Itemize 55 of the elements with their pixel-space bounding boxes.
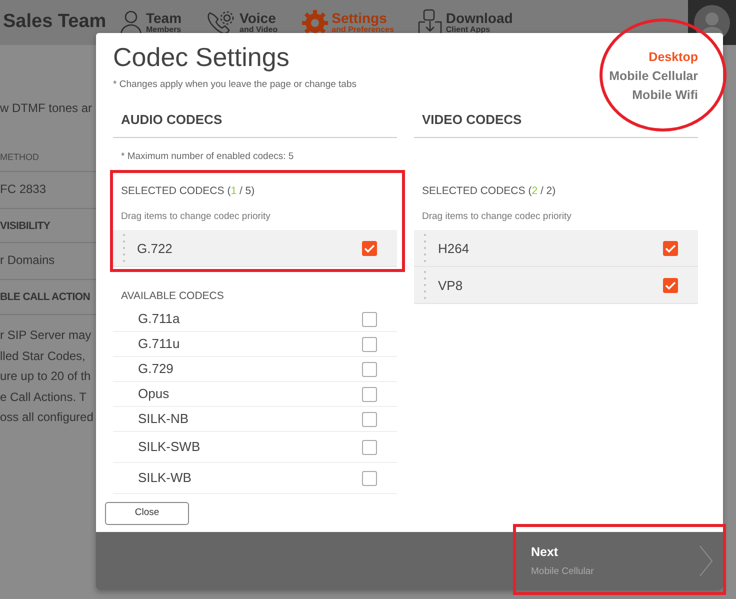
codec-name: SILK-NB xyxy=(138,410,190,428)
paragraph-line: oss all configured xyxy=(0,409,94,426)
paragraph-line: ure up to 20 of th xyxy=(0,368,92,385)
codec-row[interactable]: SILK-SWB xyxy=(113,432,397,464)
max-codecs-note: * Maximum number of enabled codecs: 5 xyxy=(120,150,295,164)
chevron-right-icon xyxy=(699,545,713,577)
codec-name: H264 xyxy=(438,240,470,258)
selected-count-label: SELECTED CODECS (2 / 2) xyxy=(421,184,557,200)
codec-row[interactable]: G.729 xyxy=(113,357,397,382)
hint-text: Drag items to change codec priority xyxy=(120,210,272,224)
close-button[interactable]: Close xyxy=(105,502,189,526)
codec-name: G.729 xyxy=(138,360,174,378)
device-tab[interactable]: Mobile Wifi xyxy=(632,86,698,105)
codec-name: Opus xyxy=(138,385,170,404)
page-text: w DTMF tones ar xyxy=(0,100,94,117)
device-tab[interactable]: Mobile Cellular xyxy=(609,67,698,86)
codec-name: G.711a xyxy=(138,310,181,328)
checkbox[interactable] xyxy=(362,412,377,427)
drag-handle-icon[interactable] xyxy=(424,234,426,262)
codec-row[interactable]: SILK-NB xyxy=(113,407,397,432)
codec-row[interactable]: VP8 xyxy=(414,267,698,304)
codec-name: SILK-WB xyxy=(138,469,192,488)
codec-row[interactable]: SILK-WB xyxy=(113,463,397,494)
checkbox[interactable] xyxy=(362,440,377,455)
drag-handle-icon[interactable] xyxy=(123,234,125,262)
paragraph-line: e Call Actions. T xyxy=(0,388,88,406)
codec-row[interactable]: H264 xyxy=(414,230,698,268)
drag-handle-icon[interactable] xyxy=(424,271,426,300)
phone-icon xyxy=(206,10,236,36)
paragraph-line: r SIP Server may xyxy=(0,327,92,344)
available-heading: AVAILABLE CODECS xyxy=(120,289,225,304)
checkbox[interactable] xyxy=(362,240,377,256)
team-name: Sales Team xyxy=(2,10,108,34)
codec-row[interactable]: G.711a xyxy=(113,307,397,332)
selected-count-label: SELECTED CODECS (1 / 5) xyxy=(120,184,256,200)
hint-text: Drag items to change codec priority xyxy=(421,210,572,224)
codec-name: G.722 xyxy=(137,240,174,258)
codec-name: VP8 xyxy=(438,276,464,295)
checkbox[interactable] xyxy=(362,470,377,486)
codec-name: SILK-SWB xyxy=(138,438,202,456)
modal-title: Codec Settings xyxy=(113,43,290,72)
section-heading: AUDIO CODECS xyxy=(113,110,397,138)
checkbox[interactable] xyxy=(362,312,377,327)
note-text: * Changes apply when you leave the page or change tabs xyxy=(113,78,358,92)
paragraph-line: lled Star Codes, xyxy=(0,348,86,364)
codec-row[interactable]: Opus xyxy=(113,382,397,408)
checkbox[interactable] xyxy=(362,362,377,377)
checkbox[interactable] xyxy=(362,386,377,402)
codec-row[interactable]: G.722 xyxy=(113,230,397,268)
codec-row[interactable]: G.711u xyxy=(113,332,397,358)
checkbox[interactable] xyxy=(362,336,377,352)
section-heading: VIDEO CODECS xyxy=(414,110,698,138)
checkbox[interactable] xyxy=(663,278,678,293)
checkbox[interactable] xyxy=(663,240,678,256)
codec-name: G.711u xyxy=(138,335,181,354)
